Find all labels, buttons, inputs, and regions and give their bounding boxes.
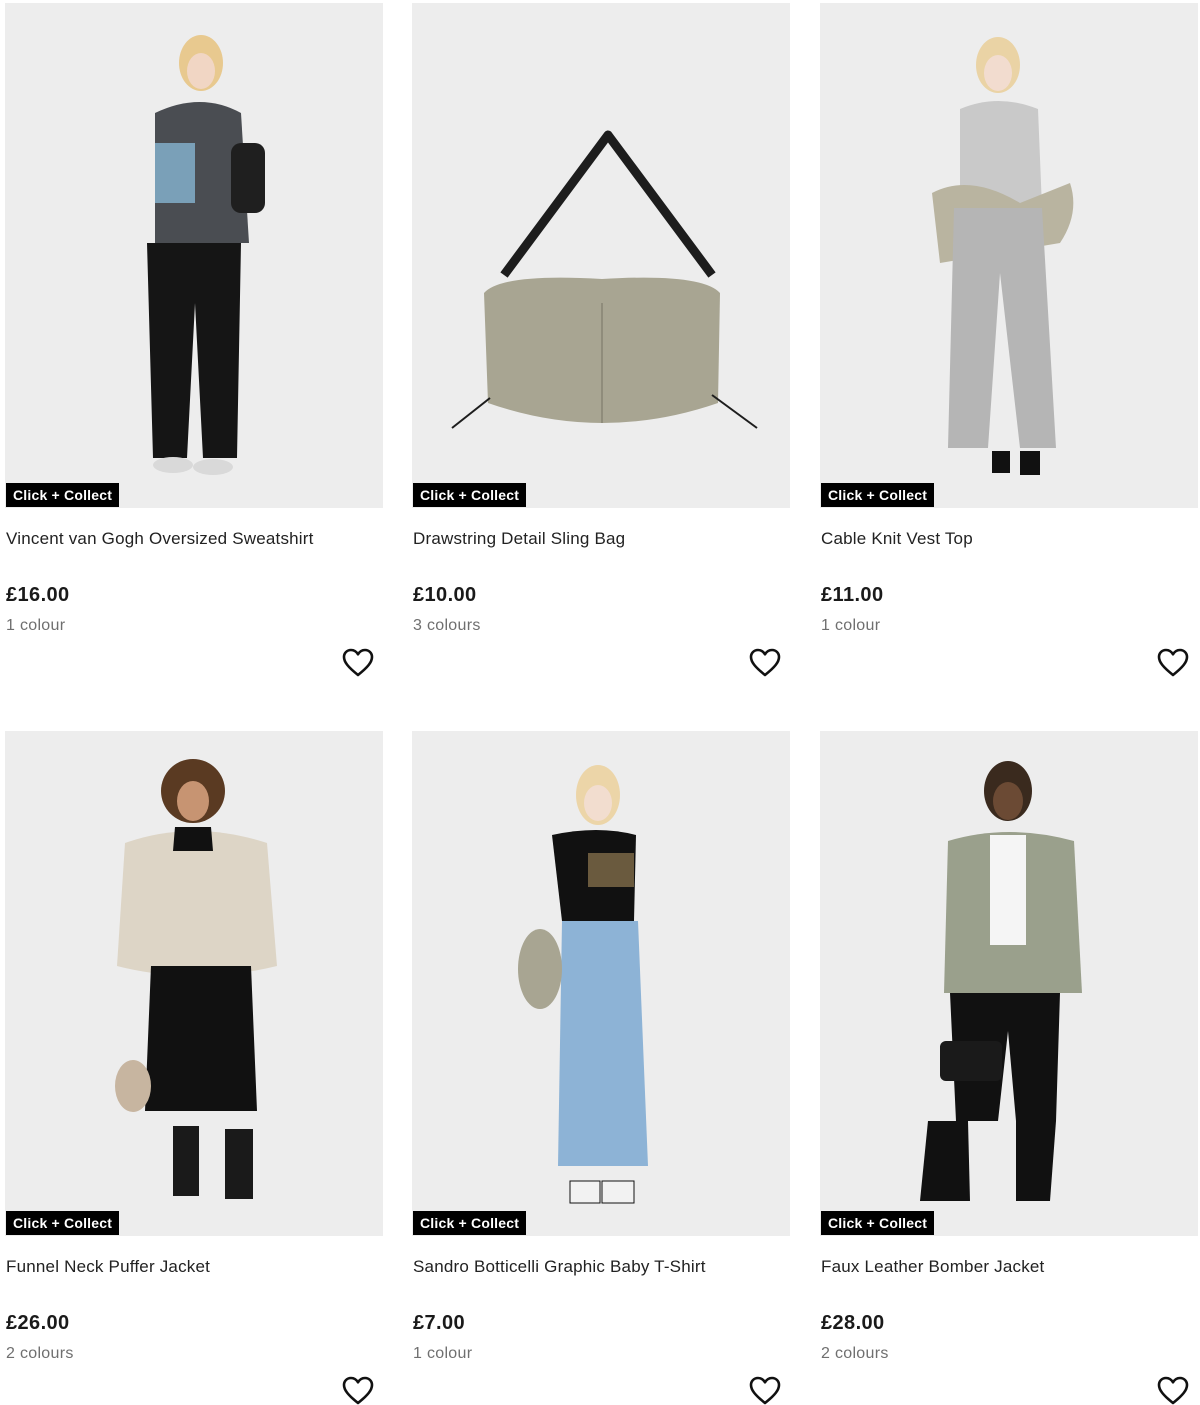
product-image[interactable]: Click + Collect [412, 731, 790, 1236]
heart-outline-icon[interactable] [342, 648, 374, 678]
product-name[interactable]: Funnel Neck Puffer Jacket [6, 1257, 210, 1277]
product-colours: 1 colour [6, 617, 66, 634]
product-colours: 1 colour [821, 617, 881, 634]
product-price: £16.00 [6, 584, 70, 606]
product-price: £7.00 [413, 1312, 466, 1334]
click-collect-badge: Click + Collect [413, 1211, 527, 1235]
click-collect-badge: Click + Collect [821, 483, 935, 507]
product-price: £10.00 [413, 584, 477, 606]
product-colours: 2 colours [6, 1345, 74, 1362]
product-name[interactable]: Cable Knit Vest Top [821, 529, 973, 549]
product-card[interactable]: Click + Collect Faux Leather Bomber Jack… [820, 731, 1198, 1405]
product-image[interactable]: Click + Collect [820, 731, 1198, 1236]
heart-outline-icon[interactable] [342, 1376, 374, 1405]
product-card[interactable]: Click + Collect Vincent van Gogh Oversiz… [5, 3, 383, 703]
product-name[interactable]: Sandro Botticelli Graphic Baby T-Shirt [413, 1257, 706, 1277]
product-price: £28.00 [821, 1312, 885, 1334]
product-colours: 2 colours [821, 1345, 889, 1362]
heart-outline-icon[interactable] [749, 1376, 781, 1405]
heart-outline-icon[interactable] [1157, 1376, 1189, 1405]
product-card[interactable]: Click + Collect Cable Knit Vest Top £11.… [820, 3, 1198, 703]
product-price: £11.00 [821, 584, 884, 606]
product-card[interactable]: Click + Collect Drawstring Detail Sling … [412, 3, 790, 703]
product-name[interactable]: Drawstring Detail Sling Bag [413, 529, 625, 549]
product-image[interactable]: Click + Collect [820, 3, 1198, 508]
product-grid: Click + Collect Vincent van Gogh Oversiz… [0, 0, 1200, 1405]
product-card[interactable]: Click + Collect Sandro Botticelli Graphi… [412, 731, 790, 1405]
product-name[interactable]: Vincent van Gogh Oversized Sweatshirt [6, 529, 314, 549]
click-collect-badge: Click + Collect [6, 483, 120, 507]
product-colours: 1 colour [413, 1345, 473, 1362]
click-collect-badge: Click + Collect [413, 483, 527, 507]
product-price: £26.00 [6, 1312, 70, 1334]
heart-outline-icon[interactable] [749, 648, 781, 678]
click-collect-badge: Click + Collect [6, 1211, 120, 1235]
product-image[interactable]: Click + Collect [412, 3, 790, 508]
product-image[interactable]: Click + Collect [5, 731, 383, 1236]
heart-outline-icon[interactable] [1157, 648, 1189, 678]
product-name[interactable]: Faux Leather Bomber Jacket [821, 1257, 1044, 1277]
click-collect-badge: Click + Collect [821, 1211, 935, 1235]
product-colours: 3 colours [413, 617, 481, 634]
product-card[interactable]: Click + Collect Funnel Neck Puffer Jacke… [5, 731, 383, 1405]
product-image[interactable]: Click + Collect [5, 3, 383, 508]
